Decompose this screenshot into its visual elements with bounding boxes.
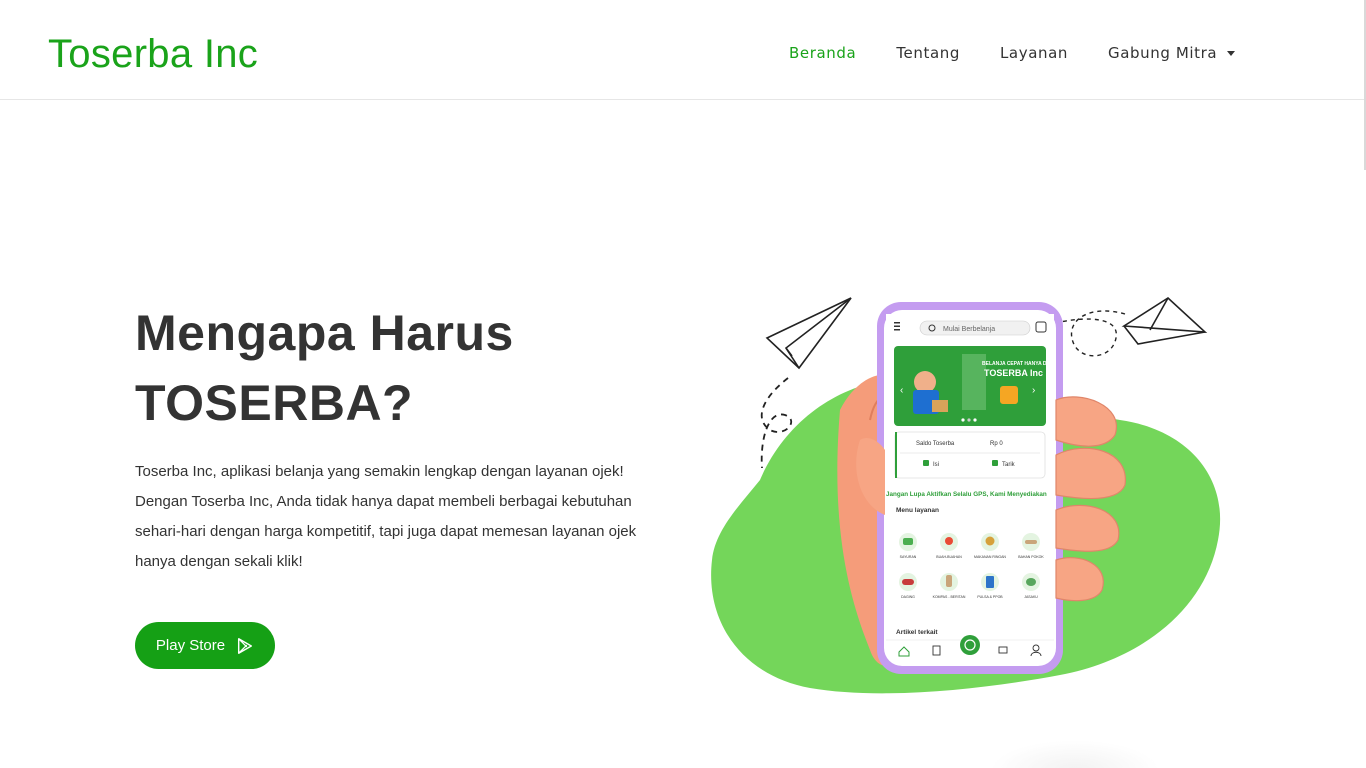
navbar: Toserba Inc Beranda Tentang Layanan Gabu… xyxy=(0,0,1366,170)
phone-banner-line2: TOSERBA Inc xyxy=(984,368,1043,378)
banner-next-icon: › xyxy=(1032,385,1035,396)
phone-menu-item-label: JASAKU xyxy=(1024,595,1038,599)
hero-description: Toserba Inc, aplikasi belanja yang semak… xyxy=(135,463,637,570)
nav-tentang[interactable]: Tentang xyxy=(896,44,960,62)
hero-title-line1: Mengapa Harus xyxy=(135,305,514,361)
hero-title-line2: TOSERBA? xyxy=(135,375,414,431)
phone-menu-item-label: DAGING xyxy=(901,595,915,599)
hero-title: Mengapa Harus TOSERBA? xyxy=(135,298,655,438)
whatsapp-icon xyxy=(960,635,980,655)
phone-isi-label: Isi xyxy=(933,462,939,468)
phone-banner-line1: BELANJA CEPAT HANYA DI xyxy=(982,361,1049,367)
nav-gabung-mitra-dropdown[interactable]: Gabung Mitra xyxy=(1108,44,1236,62)
phone-menu-item-label: BAHAN POKOK xyxy=(1018,555,1044,559)
phone-menu-item-label: MAKANAN RINGAN xyxy=(974,555,1006,559)
phone-marquee: Jangan Lupa Aktifkan Selalu GPS, Kami Me… xyxy=(886,491,1047,498)
play-store-button[interactable]: Play Store xyxy=(135,622,275,669)
google-play-icon xyxy=(238,637,253,654)
main-nav: Beranda Tentang Layanan Gabung Mitra xyxy=(789,44,1275,62)
nav-gabung-mitra-label: Gabung Mitra xyxy=(1108,44,1218,62)
phone-article-title: Artikel terkait xyxy=(896,629,938,636)
banner-prev-icon: ‹ xyxy=(900,385,903,396)
caret-down-icon xyxy=(1227,50,1236,56)
phone-saldo-label: Saldo Toserba xyxy=(916,441,955,447)
phone-tarik-label: Tarik xyxy=(1002,462,1016,468)
phone-menu-item-label: KOMPAS - BERITAN xyxy=(933,595,966,599)
play-store-label: Play Store xyxy=(155,637,226,654)
phone-search-placeholder: Mulai Berbelanja xyxy=(943,326,995,333)
phone-menu-item-label: SAYURAN xyxy=(900,555,917,559)
decorative-fade xyxy=(990,740,1160,768)
phone-menu-item-label: PULSA & PPOB xyxy=(977,595,1003,599)
hero-illustration: Mulai Berbelanja BELANJA CEPAT HANYA DI … xyxy=(711,296,1221,694)
phone-menu-item-label: BUAH-BUAHAN xyxy=(936,555,962,559)
dashed-trail-right xyxy=(1059,310,1126,357)
phone-saldo-card xyxy=(894,431,1046,479)
paper-plane-right-icon xyxy=(1121,296,1208,345)
brand-logo[interactable]: Toserba Inc xyxy=(48,32,258,76)
nav-beranda[interactable]: Beranda xyxy=(789,44,856,62)
nav-layanan[interactable]: Layanan xyxy=(1000,44,1068,62)
phone-menu-title: Menu layanan xyxy=(896,507,939,514)
phone-saldo-value: Rp 0 xyxy=(990,441,1003,447)
paper-plane-left-icon xyxy=(765,297,852,370)
